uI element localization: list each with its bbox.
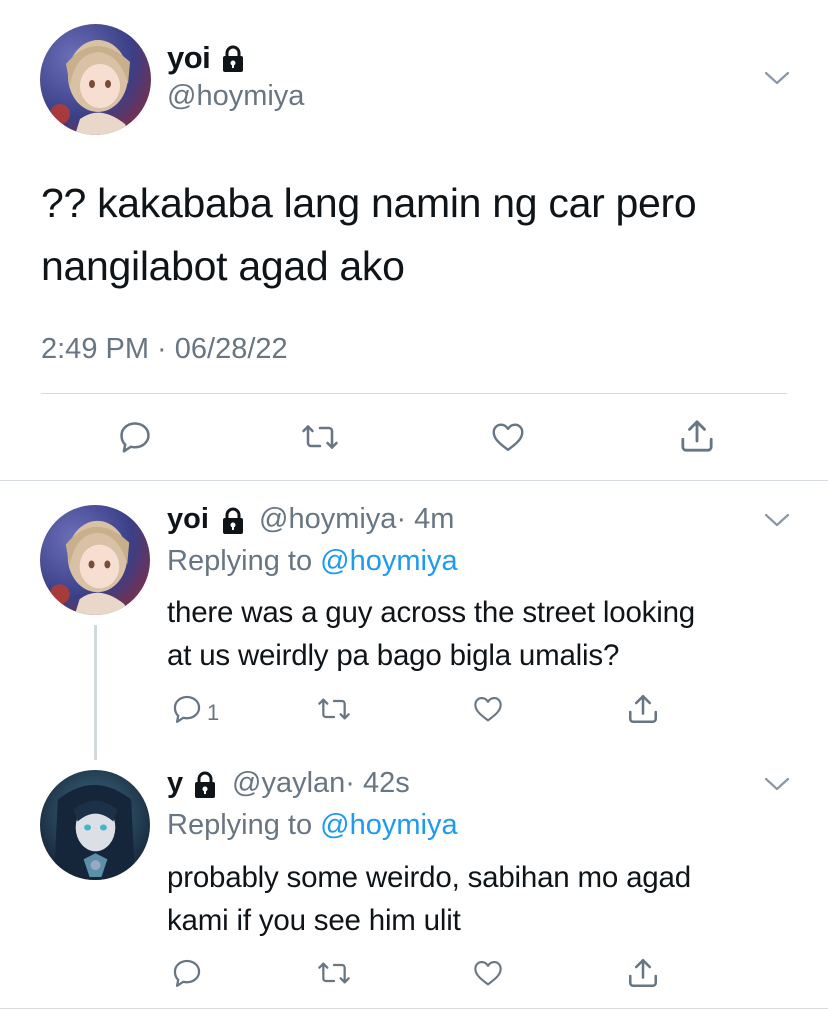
like-button[interactable] — [489, 419, 527, 455]
avatar[interactable] — [40, 770, 150, 880]
tweet-text-line: kami if you see him ulit — [167, 904, 461, 937]
user-handle[interactable]: @hoymiya — [259, 503, 396, 535]
user-handle[interactable]: @yaylan — [232, 767, 345, 799]
share-button[interactable] — [677, 416, 717, 456]
reply-button[interactable] — [116, 418, 154, 456]
retweet-icon — [302, 425, 338, 449]
tweet-text: probably some weirdo, sabihan mo agad ka… — [167, 856, 691, 942]
reply-count: 1 — [207, 700, 220, 725]
reply-button[interactable] — [170, 692, 204, 726]
retweet-button[interactable] — [300, 419, 340, 455]
chevron-down-icon[interactable] — [764, 70, 790, 86]
share-button[interactable] — [625, 955, 661, 991]
reply-icon — [120, 422, 150, 453]
like-button[interactable] — [471, 693, 505, 725]
share-icon — [681, 420, 713, 452]
like-button[interactable] — [471, 957, 505, 989]
retweet-icon — [318, 962, 350, 984]
chevron-down-icon[interactable] — [764, 776, 790, 792]
reply-icon — [173, 959, 201, 987]
divider — [0, 1008, 828, 1009]
reply-time[interactable]: · 42s — [345, 767, 409, 799]
lock-icon — [190, 770, 220, 800]
retweet-button[interactable] — [316, 957, 352, 989]
reply-button[interactable] — [170, 956, 204, 990]
like-icon — [492, 423, 524, 451]
tweet-text-line: at us weirdly pa bago bigla umalis? — [167, 639, 620, 672]
share-icon — [628, 694, 658, 724]
reply-time[interactable]: · 4m — [396, 503, 454, 535]
display-name[interactable]: y — [167, 767, 183, 799]
retweet-button[interactable] — [316, 693, 352, 725]
avatar[interactable] — [40, 24, 151, 135]
lock-icon — [218, 44, 248, 74]
display-name[interactable]: yoi — [167, 503, 209, 535]
tweet-timestamp[interactable]: 2:49 PM · 06/28/22 — [41, 333, 288, 366]
tweet-text-line: probably some weirdo, sabihan mo agad — [167, 861, 691, 894]
replying-to-label: Replying to — [167, 545, 313, 577]
divider — [41, 393, 787, 394]
lock-icon — [218, 506, 248, 536]
tweet-text-line: there was a guy across the street lookin… — [167, 596, 696, 629]
replying-to: Replying to @hoymiya — [167, 809, 458, 842]
like-icon — [474, 697, 502, 722]
display-name[interactable]: yoi — [167, 40, 211, 76]
share-icon — [628, 958, 658, 988]
user-handle[interactable]: @hoymiya — [167, 80, 304, 113]
tweet-text: ?? kakababa lang namin ng car pero nangi… — [41, 180, 697, 289]
retweet-icon — [318, 698, 350, 720]
avatar[interactable] — [40, 505, 150, 615]
replying-to-link[interactable]: @hoymiya — [320, 809, 457, 841]
replying-to-link[interactable]: @hoymiya — [320, 545, 457, 577]
replying-to: Replying to @hoymiya — [167, 545, 458, 578]
reply-icon — [173, 695, 201, 723]
like-icon — [474, 961, 502, 986]
divider — [0, 480, 828, 481]
tweet-text: there was a guy across the street lookin… — [167, 591, 695, 677]
replying-to-label: Replying to — [167, 809, 313, 841]
thread-connector — [94, 625, 97, 760]
share-button[interactable] — [625, 691, 661, 727]
chevron-down-icon[interactable] — [764, 512, 790, 528]
reply-header: yoi — [167, 503, 209, 536]
